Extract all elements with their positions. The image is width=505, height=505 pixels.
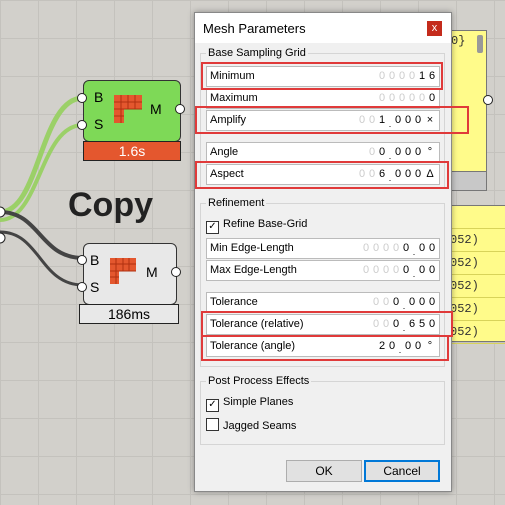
ok-button[interactable]: OK bbox=[286, 460, 362, 482]
input-grip-b-bottom[interactable] bbox=[77, 255, 87, 265]
port-s: S bbox=[90, 279, 100, 295]
time-badge-bottom: 186ms bbox=[79, 304, 179, 324]
highlight-aspect bbox=[195, 161, 449, 189]
highlight-tolerance-relative bbox=[201, 311, 453, 337]
digit-cell[interactable]: 0 bbox=[361, 261, 371, 280]
port-m: M bbox=[150, 101, 162, 117]
component-top[interactable]: B S M bbox=[83, 80, 181, 142]
panel-bottom[interactable]: 052) 052) 052) 052) 052) bbox=[445, 205, 505, 344]
field-label: Max Edge-Length bbox=[210, 264, 297, 276]
digit-cell[interactable]: 0 bbox=[413, 143, 423, 162]
input-grip-b-top[interactable] bbox=[77, 93, 87, 103]
highlight-amplify bbox=[195, 106, 469, 134]
panel-line: 052) bbox=[446, 298, 505, 321]
digit-cell[interactable]: 0 bbox=[381, 239, 391, 258]
checkbox-checked-icon[interactable]: ✓ bbox=[206, 221, 219, 234]
highlight-minimum bbox=[201, 62, 443, 90]
digit-cell[interactable]: 0 bbox=[407, 293, 417, 312]
field-label: Angle bbox=[210, 146, 239, 158]
checkbox-label: Refine Base-Grid bbox=[223, 218, 308, 230]
port-s: S bbox=[94, 116, 104, 132]
digit-spinner[interactable]: 00000.00 bbox=[361, 239, 437, 258]
max-edge-length-field[interactable]: Max Edge-Length 00000.00 bbox=[206, 260, 440, 281]
time-badge-top: 1.6s bbox=[83, 141, 181, 161]
digit-cell[interactable]: 0 bbox=[401, 239, 411, 258]
refine-base-grid-checkbox[interactable]: ✓ Refine Base-Grid bbox=[206, 218, 307, 234]
panel-line: 052) bbox=[446, 275, 505, 298]
digit-cell[interactable]: 0 bbox=[427, 261, 437, 280]
group-title: Base Sampling Grid bbox=[206, 47, 308, 59]
close-button[interactable]: x bbox=[427, 21, 442, 36]
port-m: M bbox=[146, 264, 158, 280]
digit-spinner[interactable]: 000.000 bbox=[371, 293, 437, 312]
component-bottom[interactable]: B S M bbox=[83, 243, 177, 305]
digit-cell[interactable]: 0 bbox=[377, 143, 387, 162]
field-label: Maximum bbox=[210, 92, 258, 104]
digit-spinner[interactable]: 0 0. 0 0 0 ° bbox=[367, 143, 437, 162]
digit-cell[interactable]: 0 bbox=[371, 261, 381, 280]
digit-cell[interactable]: 0 bbox=[381, 261, 391, 280]
digit-cell[interactable]: 0 bbox=[417, 293, 427, 312]
copy-label: Copy bbox=[68, 186, 153, 224]
title-bar[interactable]: Mesh Parameters x bbox=[195, 13, 451, 43]
input-grip-s-bottom[interactable] bbox=[77, 282, 87, 292]
checkbox-checked-icon[interactable]: ✓ bbox=[206, 399, 219, 412]
digit-spinner[interactable]: 00000.00 bbox=[361, 261, 437, 280]
digit-cell[interactable]: 0 bbox=[401, 261, 411, 280]
input-grip-s-top[interactable] bbox=[77, 120, 87, 130]
output-grip-m-top[interactable] bbox=[175, 104, 185, 114]
digit-cell[interactable]: 0 bbox=[427, 239, 437, 258]
digit-cell[interactable]: 0 bbox=[391, 261, 401, 280]
mesh-icon bbox=[110, 258, 136, 284]
digit-cell[interactable]: 0 bbox=[403, 143, 413, 162]
jagged-seams-checkbox[interactable]: Jagged Seams bbox=[206, 418, 296, 432]
field-label: Tolerance bbox=[210, 296, 258, 308]
checkbox-label: Jagged Seams bbox=[223, 420, 297, 432]
panel-line: 052) bbox=[446, 229, 505, 252]
digit-cell[interactable]: 0 bbox=[371, 293, 381, 312]
mesh-icon bbox=[114, 95, 142, 123]
digit-cell[interactable]: 0 bbox=[361, 239, 371, 258]
dialog-title: Mesh Parameters bbox=[203, 21, 306, 36]
tolerance-field[interactable]: Tolerance 000.000 bbox=[206, 292, 440, 313]
digit-cell[interactable]: 0 bbox=[417, 261, 427, 280]
unit-symbol: ° bbox=[427, 146, 433, 158]
digit-cell[interactable]: 0 bbox=[427, 293, 437, 312]
digit-cell[interactable]: 0 bbox=[391, 293, 401, 312]
group-title: Refinement bbox=[206, 197, 267, 209]
digit-cell[interactable]: 0 bbox=[417, 239, 427, 258]
digit-cell[interactable]: 0 bbox=[381, 293, 391, 312]
group-title: Post Process Effects bbox=[206, 375, 312, 387]
highlight-tolerance-angle bbox=[201, 335, 449, 361]
panel-line: 052) bbox=[446, 252, 505, 275]
checkbox-label: Simple Planes bbox=[223, 396, 294, 408]
port-b: B bbox=[90, 252, 100, 268]
angle-field[interactable]: Angle 0 0. 0 0 0 ° bbox=[206, 142, 440, 163]
digit-cell[interactable]: 0 bbox=[391, 239, 401, 258]
min-edge-length-field[interactable]: Min Edge-Length 00000.00 bbox=[206, 238, 440, 259]
checkbox-unchecked-icon[interactable] bbox=[206, 418, 219, 431]
digit-cell[interactable]: 0 bbox=[393, 143, 403, 162]
post-process-group bbox=[200, 381, 445, 445]
digit-cell[interactable]: 0 bbox=[371, 239, 381, 258]
digit-cell[interactable]: 0 bbox=[367, 143, 377, 162]
simple-planes-checkbox[interactable]: ✓ Simple Planes bbox=[206, 396, 293, 412]
panel-top-grip[interactable] bbox=[483, 95, 493, 105]
panel-scroll-handle[interactable] bbox=[477, 35, 483, 53]
port-b: B bbox=[94, 89, 104, 105]
field-label: Min Edge-Length bbox=[210, 242, 294, 254]
cancel-button[interactable]: Cancel bbox=[364, 460, 440, 482]
panel-line: 052) bbox=[446, 321, 505, 344]
output-grip-m-bottom[interactable] bbox=[171, 267, 181, 277]
